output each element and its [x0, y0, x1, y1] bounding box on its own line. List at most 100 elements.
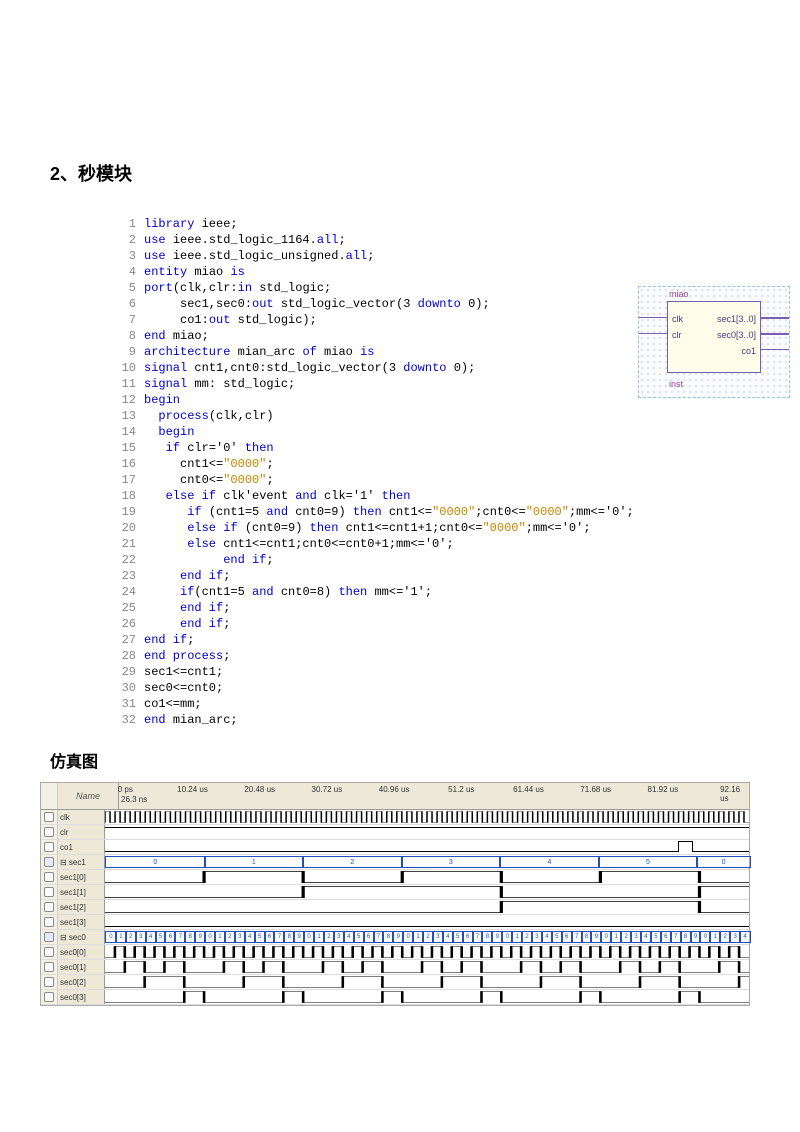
code-line: 31co1<=mm;: [110, 696, 750, 712]
signal-name: sec1[0]: [58, 870, 105, 884]
signal-icon: [41, 810, 58, 824]
signal-name: sec0[2]: [58, 975, 105, 989]
signal-icon: [41, 840, 58, 854]
waveform-row: ⊟ sec10123450: [41, 855, 749, 870]
code-line: 29sec1<=cnt1;: [110, 664, 750, 680]
waveform-row: sec0[2]: [41, 975, 749, 990]
time-tick: 51.2 us: [448, 785, 474, 794]
time-tick: 81.92 us: [648, 785, 679, 794]
sim-subtitle: 仿真图: [50, 748, 750, 772]
signal-name: sec1[1]: [58, 885, 105, 899]
signal-icon: [41, 945, 58, 959]
name-column-header: Name: [58, 783, 119, 809]
signal-wave: [105, 960, 749, 974]
code-line: 28end process;: [110, 648, 750, 664]
waveform-row: sec1[2]: [41, 900, 749, 915]
code-line: 21 else cnt1<=cnt1;cnt0<=cnt0+1;mm<='0';: [110, 536, 750, 552]
signal-icon: [41, 885, 58, 899]
pin-clk: clk: [672, 314, 683, 324]
waveform-row: co1: [41, 840, 749, 855]
waveform-viewer: Name 26.3 ns 0 ps 10.24 us 20.48 us 30.72 u…: [40, 782, 750, 1006]
code-line: 3use ieee.std_logic_unsigned.all;: [110, 248, 750, 264]
code-line: 30sec0<=cnt0;: [110, 680, 750, 696]
signal-name: sec1[3]: [58, 915, 105, 929]
time-tick: 71.68 us: [580, 785, 611, 794]
code-line: 18 else if clk'event and clk='1' then: [110, 488, 750, 504]
signal-wave: [105, 990, 749, 1004]
code-line: 13 process(clk,clr): [110, 408, 750, 424]
signal-icon: [41, 870, 58, 884]
signal-wave: [105, 840, 749, 854]
waveform-row: sec0[0]: [41, 945, 749, 960]
code-line: 32end mian_arc;: [110, 712, 750, 728]
code-line: 16 cnt1<="0000";: [110, 456, 750, 472]
signal-wave: [105, 900, 749, 914]
time-ruler: 26.3 ns 0 ps 10.24 us 20.48 us 30.72 us 40.9…: [119, 783, 749, 809]
waveform-row: sec0[1]: [41, 960, 749, 975]
code-line: 27end if;: [110, 632, 750, 648]
code-line: 14 begin: [110, 424, 750, 440]
signal-wave: [105, 975, 749, 989]
cursor-time: 26.3 ns: [121, 795, 147, 804]
code-line: 2use ieee.std_logic_1164.all;: [110, 232, 750, 248]
waveform-row: ⊟ sec00123456789012345678901234567890123…: [41, 930, 749, 945]
signal-name: sec0[0]: [58, 945, 105, 959]
time-tick: 10.24 us: [177, 785, 208, 794]
signal-icon: [41, 915, 58, 929]
time-tick: 40.96 us: [379, 785, 410, 794]
signal-name: sec0[1]: [58, 960, 105, 974]
code-block: 1library ieee;2use ieee.std_logic_1164.a…: [110, 216, 750, 728]
signal-icon: [41, 855, 58, 869]
signal-name: clk: [58, 810, 105, 824]
signal-wave: [105, 885, 749, 899]
signal-name: ⊟ sec1: [58, 855, 105, 869]
signal-icon: [41, 825, 58, 839]
code-line: 25 end if;: [110, 600, 750, 616]
signal-wave: 0123456789012345678901234567890123456789…: [105, 930, 749, 944]
signal-wave: [105, 810, 749, 824]
signal-name: co1: [58, 840, 105, 854]
waveform-row: clk: [41, 810, 749, 825]
pin-clr: clr: [672, 330, 682, 340]
waveform-row: sec1[0]: [41, 870, 749, 885]
signal-icon: [41, 930, 58, 944]
signal-icon: [41, 900, 58, 914]
signal-name: sec1[2]: [58, 900, 105, 914]
pin-sec0: sec0[3..0]: [717, 330, 756, 340]
block-title: miao: [669, 289, 689, 299]
code-line: 23 end if;: [110, 568, 750, 584]
signal-name: clr: [58, 825, 105, 839]
code-line: 17 cnt0<="0000";: [110, 472, 750, 488]
signal-icon: [41, 990, 58, 1004]
signal-name: ⊟ sec0: [58, 930, 105, 944]
signal-icon: [41, 960, 58, 974]
signal-name: sec0[3]: [58, 990, 105, 1004]
code-line: 4entity miao is: [110, 264, 750, 280]
signal-wave: [105, 915, 749, 929]
time-tick: 61.44 us: [513, 785, 544, 794]
code-line: 26 end if;: [110, 616, 750, 632]
waveform-row: sec1[3]: [41, 915, 749, 930]
block-inst: inst: [669, 379, 683, 389]
waveform-row: sec0[3]: [41, 990, 749, 1005]
time-tick: 92.16 us: [720, 785, 740, 803]
code-line: 22 end if;: [110, 552, 750, 568]
time-tick: 30.72 us: [312, 785, 343, 794]
code-line: 24 if(cnt1=5 and cnt0=8) then mm<='1';: [110, 584, 750, 600]
pin-co1: co1: [741, 346, 756, 356]
time-tick: 0 ps: [118, 785, 133, 794]
signal-wave: [105, 825, 749, 839]
waveform-row: sec1[1]: [41, 885, 749, 900]
code-line: 1library ieee;: [110, 216, 750, 232]
ruler-icon-col: [41, 783, 58, 809]
pin-sec1: sec1[3..0]: [717, 314, 756, 324]
code-line: 20 else if (cnt0=9) then cnt1<=cnt1+1;cn…: [110, 520, 750, 536]
code-line: 19 if (cnt1=5 and cnt0=9) then cnt1<="00…: [110, 504, 750, 520]
section-title: 2、秒模块: [50, 160, 750, 186]
signal-wave: [105, 945, 749, 959]
code-line: 15 if clr='0' then: [110, 440, 750, 456]
waveform-row: clr: [41, 825, 749, 840]
time-tick: 20.48 us: [244, 785, 275, 794]
block-symbol: clk clr sec1[3..0] sec0[3..0] co1: [667, 301, 761, 373]
block-diagram: miao clk clr sec1[3..0] sec0[3..0] co1 i…: [638, 286, 790, 398]
